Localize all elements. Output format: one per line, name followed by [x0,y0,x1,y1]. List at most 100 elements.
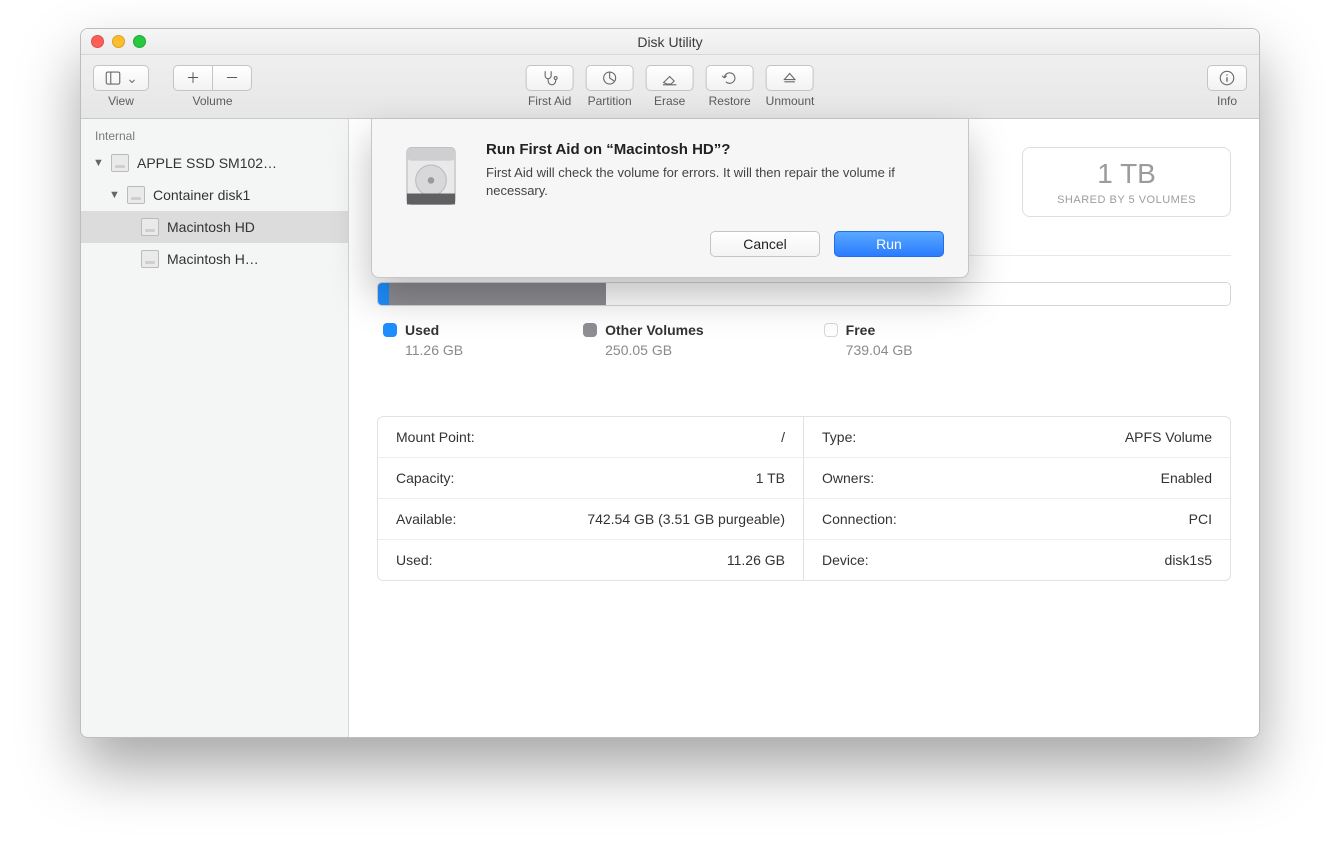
capacity-badge: 1 TB SHARED BY 5 VOLUMES [1022,147,1231,217]
close-window-button[interactable] [91,35,104,48]
detail-value: 742.54 GB (3.51 GB purgeable) [587,511,785,527]
hard-drive-icon [396,141,466,211]
swatch-icon [383,323,397,337]
erase-label: Erase [654,94,685,108]
disclosure-triangle-icon[interactable]: ▼ [93,157,103,169]
add-volume-button[interactable]: ＋ [173,65,213,91]
drive-icon [141,250,159,268]
detail-col-left: Mount Point: / Capacity: 1 TB Available: 74… [378,417,804,580]
sidebar-item-label: Macintosh H… [167,251,259,267]
detail-row: Capacity: 1 TB [378,458,803,499]
sidebar-item-label: Macintosh HD [167,219,255,235]
info-icon [1218,69,1236,87]
view-group: ⌄ View [93,65,149,108]
partition-button[interactable] [586,65,634,91]
sidebar-item-physical-disk[interactable]: ▼ APPLE SSD SM102… [81,147,348,179]
unmount-label: Unmount [766,94,815,108]
first-aid-button[interactable] [526,65,574,91]
disclosure-triangle-icon[interactable]: ▼ [109,189,119,201]
detail-key: Capacity: [396,470,454,486]
toolbar: ⌄ View ＋ － Volume First Aid Partition Er… [81,55,1259,119]
detail-row: Available: 742.54 GB (3.51 GB purgeable) [378,499,803,540]
info-label: Info [1217,94,1237,108]
detail-row: Device: disk1s5 [804,540,1230,580]
detail-row: Mount Point: / [378,417,803,458]
detail-value: disk1s5 [1165,552,1212,568]
detail-key: Connection: [822,511,897,527]
window-title: Disk Utility [637,34,702,50]
detail-value: / [781,429,785,445]
detail-value: 1 TB [756,470,785,486]
capacity-value: 1 TB [1057,158,1196,190]
drive-icon [111,154,129,172]
detail-value: PCI [1189,511,1212,527]
detail-key: Type: [822,429,856,445]
sidebar-item-macintosh-hd-data[interactable]: Macintosh H… [81,243,348,275]
detail-value: Enabled [1161,470,1212,486]
sidebar-item-label: Container disk1 [153,187,250,203]
volume-label: Volume [192,94,232,108]
eject-icon [781,69,799,87]
sidebar-item-macintosh-hd[interactable]: Macintosh HD [81,211,348,243]
legend-value: 11.26 GB [383,342,463,358]
sidebar-item-container[interactable]: ▼ Container disk1 [81,179,348,211]
capacity-subtitle: SHARED BY 5 VOLUMES [1057,194,1196,206]
first-aid-label: First Aid [528,94,571,108]
run-button[interactable]: Run [834,231,944,257]
usage-bar [377,282,1231,306]
legend-label: Other Volumes [605,322,704,338]
traffic-lights [91,35,146,48]
dialog-title: Run First Aid on “Macintosh HD”? [486,141,944,158]
usage-segment-free [606,283,1230,305]
titlebar: Disk Utility [81,29,1259,55]
disk-utility-window: Disk Utility ⌄ View ＋ － Volume First Aid… [80,28,1260,738]
legend-free: Free 739.04 GB [824,322,913,358]
drive-icon [127,186,145,204]
restore-button[interactable] [706,65,754,91]
legend-used: Used 11.26 GB [383,322,463,358]
erase-button[interactable] [646,65,694,91]
restore-label: Restore [709,94,751,108]
legend-other: Other Volumes 250.05 GB [583,322,704,358]
detail-key: Owners: [822,470,874,486]
swatch-icon [824,323,838,337]
detail-key: Mount Point: [396,429,475,445]
dialog-message: First Aid will check the volume for erro… [486,164,944,200]
detail-key: Available: [396,511,456,527]
remove-volume-button[interactable]: － [212,65,252,91]
unmount-button[interactable] [766,65,814,91]
plus-icon: ＋ [186,68,200,88]
detail-row: Connection: PCI [804,499,1230,540]
info-button[interactable] [1207,65,1247,91]
cancel-button[interactable]: Cancel [710,231,820,257]
sidebar: Internal ▼ APPLE SSD SM102… ▼ Container … [81,119,349,737]
volume-group: ＋ － Volume [173,65,252,108]
eraser-icon [661,69,679,87]
detail-key: Device: [822,552,869,568]
legend-value: 250.05 GB [583,342,704,358]
usage-segment-used [378,283,389,305]
sidebar-section-header: Internal [81,129,348,147]
swatch-icon [583,323,597,337]
sidebar-item-label: APPLE SSD SM102… [137,155,277,171]
chevron-down-icon: ⌄ [126,70,138,87]
partition-label: Partition [588,94,632,108]
detail-col-right: Type:APFS Volume Owners: Enabled Connecti… [804,417,1230,580]
zoom-window-button[interactable] [133,35,146,48]
first-aid-dialog: Run First Aid on “Macintosh HD”? First A… [371,119,969,278]
view-button[interactable]: ⌄ [93,65,149,91]
info-group: Info [1207,65,1247,108]
detail-row: Used:11.26 GB [378,540,803,580]
view-label: View [108,94,134,108]
stethoscope-icon [541,69,559,87]
sidebar-icon [104,69,122,87]
minimize-window-button[interactable] [112,35,125,48]
detail-table: Mount Point: / Capacity: 1 TB Available: 74… [377,416,1231,581]
legend-label: Used [405,322,439,338]
legend-label: Free [846,322,876,338]
usage-segment-other [389,283,606,305]
toolbar-center: First Aid Partition Erase Restore Unmoun… [526,65,815,108]
detail-row: Owners: Enabled [804,458,1230,499]
detail-row: Type:APFS Volume [804,417,1230,458]
detail-value: 11.26 GB [727,552,785,568]
